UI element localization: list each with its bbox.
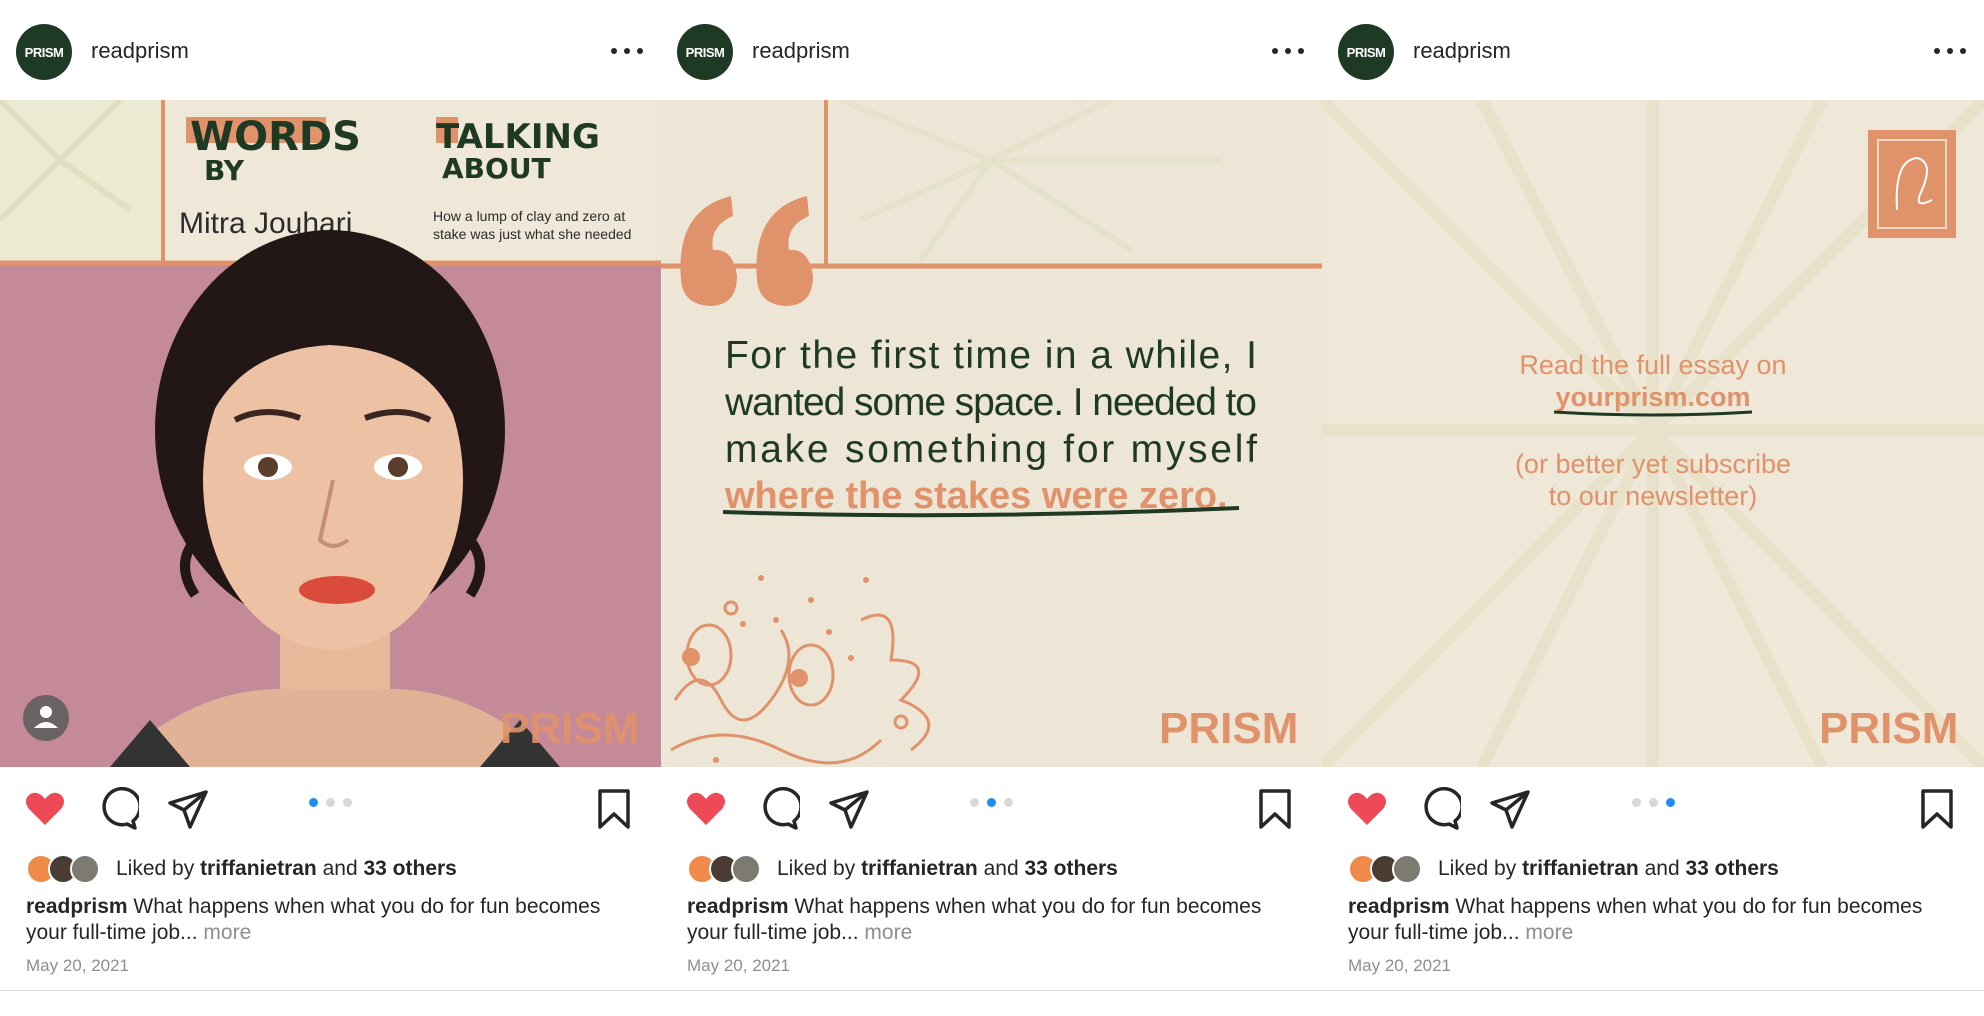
- prism-watermark: PRISM: [1819, 704, 1958, 753]
- post-card-3: PRISM readprism Read the full essay on y…: [1322, 0, 1984, 1016]
- action-bar: [661, 787, 1322, 837]
- more-icon[interactable]: [1272, 40, 1304, 62]
- heart-icon[interactable]: [23, 787, 67, 831]
- post-carousel-strip: PRISM readprism WORDS BY TALKING ABOUT M…: [0, 0, 1984, 1016]
- action-bar: [0, 787, 661, 837]
- carousel-dot-active[interactable]: [1666, 798, 1675, 807]
- bookmark-icon[interactable]: [592, 787, 636, 831]
- likes-joiner: and: [1644, 857, 1680, 880]
- caption-more-link[interactable]: more: [1525, 921, 1573, 944]
- carousel-dot[interactable]: [1649, 798, 1658, 807]
- post-date: May 20, 2021: [26, 956, 130, 975]
- liker-avatar: [731, 854, 761, 884]
- post-media-slide-1[interactable]: WORDS BY TALKING ABOUT Mitra Jouhari How…: [0, 100, 661, 767]
- quote-slide-graphic: For the first time in a while, I wanted …: [661, 100, 1322, 767]
- action-bar: [1322, 787, 1984, 837]
- post-media-slide-2[interactable]: For the first time in a while, I wanted …: [661, 100, 1322, 767]
- post-caption: readprism What happens when what you do …: [26, 894, 606, 946]
- likes-others-link[interactable]: 33 others: [363, 857, 456, 881]
- comment-icon[interactable]: [1417, 787, 1461, 831]
- likes-prefix: Liked by: [116, 857, 195, 880]
- carousel-indicator: [1632, 798, 1675, 807]
- post-caption: readprism What happens when what you do …: [687, 894, 1267, 946]
- account-username[interactable]: readprism: [91, 38, 189, 64]
- likes-joiner: and: [983, 857, 1019, 880]
- topic-line-1: How a lump of clay and zero at: [433, 208, 625, 224]
- caption-more-link[interactable]: more: [203, 921, 251, 944]
- carousel-dot[interactable]: [1632, 798, 1641, 807]
- post-media-slide-3[interactable]: Read the full essay on yourprism.com (or…: [1322, 100, 1984, 767]
- cta-link[interactable]: yourprism.com: [1555, 382, 1750, 412]
- likes-others-link[interactable]: 33 others: [1685, 857, 1778, 881]
- heart-icon[interactable]: [684, 787, 728, 831]
- cta-slide-graphic: Read the full essay on yourprism.com (or…: [1322, 100, 1984, 767]
- bookmark-icon[interactable]: [1915, 787, 1959, 831]
- post-card-2: PRISM readprism For the first time in a …: [661, 0, 1322, 1016]
- carousel-dot[interactable]: [970, 798, 979, 807]
- more-icon[interactable]: [1934, 40, 1966, 62]
- caption-username[interactable]: readprism: [687, 895, 789, 918]
- account-username[interactable]: readprism: [752, 38, 850, 64]
- caption-username[interactable]: readprism: [26, 895, 128, 918]
- words-by-label-2: BY: [204, 154, 245, 187]
- likes-prefix: Liked by: [1438, 857, 1517, 880]
- likes-joiner: and: [322, 857, 358, 880]
- bookmark-icon[interactable]: [1253, 787, 1297, 831]
- account-avatar[interactable]: PRISM: [677, 24, 733, 80]
- cta-line-3: (or better yet subscribe: [1515, 449, 1791, 479]
- share-icon[interactable]: [827, 787, 871, 831]
- comment-icon[interactable]: [756, 787, 800, 831]
- post-date: May 20, 2021: [687, 956, 791, 975]
- cta-line-1: Read the full essay on: [1519, 350, 1786, 380]
- liker-avatars[interactable]: [687, 854, 769, 884]
- liker-avatars[interactable]: [1348, 854, 1430, 884]
- carousel-dot-active[interactable]: [987, 798, 996, 807]
- quote-line-2: wanted some space. I needed to: [724, 381, 1257, 424]
- caption-username[interactable]: readprism: [1348, 895, 1450, 918]
- share-icon[interactable]: [166, 787, 210, 831]
- more-icon[interactable]: [611, 40, 643, 62]
- carousel-dot[interactable]: [343, 798, 352, 807]
- likes-others-link[interactable]: 33 others: [1024, 857, 1117, 881]
- carousel-indicator: [970, 798, 1013, 807]
- likes-summary: Liked by triffanietran and 33 others: [687, 854, 1118, 884]
- account-username[interactable]: readprism: [1413, 38, 1511, 64]
- likes-prefix: Liked by: [777, 857, 856, 880]
- caption-more-link[interactable]: more: [864, 921, 912, 944]
- comment-icon[interactable]: [95, 787, 139, 831]
- talking-about-label-2: ABOUT: [442, 152, 551, 185]
- carousel-dot[interactable]: [1004, 798, 1013, 807]
- liker-avatars[interactable]: [26, 854, 108, 884]
- carousel-dot-active[interactable]: [309, 798, 318, 807]
- talking-about-label: TALKING: [436, 117, 600, 157]
- likes-summary: Liked by triffanietran and 33 others: [26, 854, 457, 884]
- post-card-1: PRISM readprism WORDS BY TALKING ABOUT M…: [0, 0, 661, 1016]
- post-header: PRISM readprism: [0, 0, 661, 100]
- prism-watermark: PRISM: [500, 704, 639, 753]
- liker-avatar: [70, 854, 100, 884]
- post-header: PRISM readprism: [661, 0, 1322, 100]
- carousel-indicator: [309, 798, 352, 807]
- account-avatar[interactable]: PRISM: [16, 24, 72, 80]
- intro-slide-graphic: WORDS BY TALKING ABOUT Mitra Jouhari How…: [0, 100, 661, 767]
- liker-username[interactable]: triffanietran: [1522, 857, 1639, 881]
- user-tag-icon[interactable]: [23, 695, 69, 741]
- cta-line-4: to our newsletter): [1549, 481, 1758, 511]
- post-date: May 20, 2021: [1348, 956, 1452, 975]
- account-avatar[interactable]: PRISM: [1338, 24, 1394, 80]
- prism-watermark: PRISM: [1159, 704, 1298, 753]
- heart-icon[interactable]: [1345, 787, 1389, 831]
- liker-avatar: [1392, 854, 1422, 884]
- bottom-tab-bar: [0, 996, 1984, 1016]
- liker-username[interactable]: triffanietran: [200, 857, 317, 881]
- post-caption: readprism What happens when what you do …: [1348, 894, 1928, 946]
- bottom-divider: [0, 990, 1984, 991]
- likes-summary: Liked by triffanietran and 33 others: [1348, 854, 1779, 884]
- topic-line-2: stake was just what she needed: [433, 226, 631, 242]
- share-icon[interactable]: [1488, 787, 1532, 831]
- post-header: PRISM readprism: [1322, 0, 1984, 100]
- stamp-icon: [1868, 130, 1956, 238]
- carousel-dot[interactable]: [326, 798, 335, 807]
- liker-username[interactable]: triffanietran: [861, 857, 978, 881]
